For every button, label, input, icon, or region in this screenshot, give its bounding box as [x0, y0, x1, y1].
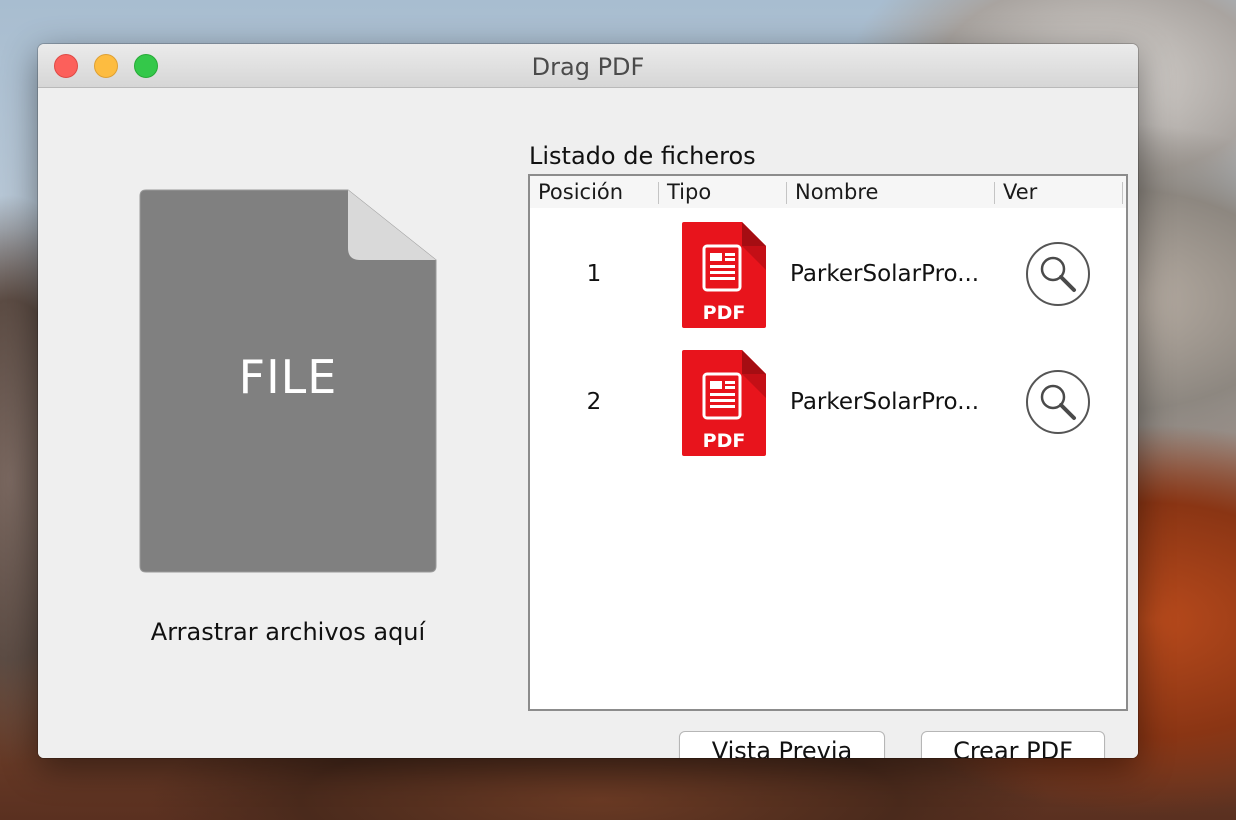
- file-list-label: Listado de ficheros: [529, 142, 756, 170]
- title-bar[interactable]: Drag PDF: [38, 44, 1138, 88]
- column-header-view[interactable]: Ver: [995, 176, 1123, 208]
- column-header-position[interactable]: Posición: [530, 176, 658, 208]
- svg-text:PDF: PDF: [703, 430, 746, 452]
- pdf-file-icon: PDF: [682, 222, 766, 328]
- table-row[interactable]: 2 PDF ParkerSolarPro...: [530, 338, 1126, 466]
- table-header: Posición Tipo Nombre Ver: [530, 176, 1126, 208]
- file-name: ParkerSolarPro...: [790, 389, 980, 415]
- column-header-type[interactable]: Tipo: [659, 176, 786, 208]
- app-window: Drag PDF FILE Arrastrar archivos aquí Li…: [38, 44, 1138, 758]
- row-position: 1: [586, 261, 602, 287]
- drop-instruction: Arrastrar archivos aquí: [150, 618, 426, 646]
- column-separator[interactable]: [1122, 182, 1123, 204]
- window-content: FILE Arrastrar archivos aquí Listado de …: [38, 88, 1138, 758]
- row-position: 2: [586, 389, 602, 415]
- window-title: Drag PDF: [531, 53, 645, 81]
- create-pdf-button[interactable]: Crear PDF: [921, 731, 1105, 758]
- file-name: ParkerSolarPro...: [790, 261, 980, 287]
- preview-button[interactable]: Vista Previa: [679, 731, 885, 758]
- magnifier-icon[interactable]: [1024, 240, 1092, 308]
- svg-text:PDF: PDF: [703, 302, 746, 324]
- pdf-file-icon: PDF: [682, 350, 766, 456]
- file-drop-label: FILE: [238, 350, 338, 404]
- magnifier-icon[interactable]: [1024, 368, 1092, 436]
- table-row[interactable]: 1 PDF ParkerSolarPro...: [530, 210, 1126, 338]
- column-header-name[interactable]: Nombre: [787, 176, 994, 208]
- file-table[interactable]: Posición Tipo Nombre Ver 1 PDF ParkerSol…: [528, 174, 1128, 711]
